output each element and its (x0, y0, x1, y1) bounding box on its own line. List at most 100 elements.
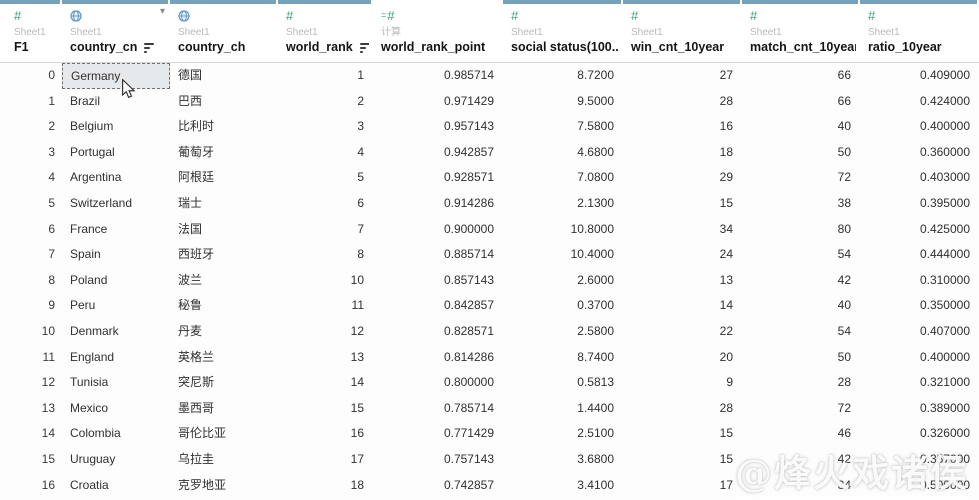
row-index-cell[interactable]: 15 (0, 447, 62, 473)
table-cell[interactable]: Argentina (62, 165, 170, 191)
table-cell[interactable]: 0.771429 (373, 421, 503, 447)
table-cell[interactable]: 0.400000 (860, 345, 979, 371)
table-cell[interactable]: 丹麦 (170, 319, 278, 345)
row-index-cell[interactable]: 7 (0, 242, 62, 268)
table-cell[interactable]: 72 (742, 165, 860, 191)
column-header-world_rank_point[interactable]: =#计算world_rank_point (373, 0, 503, 63)
row-index-cell[interactable]: 6 (0, 217, 62, 243)
table-cell[interactable]: 1 (278, 63, 373, 89)
table-cell[interactable]: 28 (623, 89, 742, 115)
row-index-cell[interactable]: 13 (0, 396, 62, 422)
table-cell[interactable]: 20 (623, 345, 742, 371)
table-cell[interactable]: 28 (623, 396, 742, 422)
table-cell[interactable]: 0.424000 (860, 89, 979, 115)
table-cell[interactable]: 34 (623, 217, 742, 243)
table-cell[interactable]: 7.0800 (503, 165, 623, 191)
table-cell[interactable]: 9.5000 (503, 89, 623, 115)
table-cell[interactable]: 0.742857 (373, 473, 503, 499)
table-cell[interactable]: 0.3700 (503, 293, 623, 319)
table-cell[interactable]: 13 (623, 268, 742, 294)
row-index-cell[interactable]: 2 (0, 114, 62, 140)
table-cell[interactable]: 0.971429 (373, 89, 503, 115)
table-cell[interactable]: 10 (278, 268, 373, 294)
table-cell[interactable]: 秘鲁 (170, 293, 278, 319)
row-index-cell[interactable]: 3 (0, 140, 62, 166)
table-cell[interactable]: 0.395000 (860, 191, 979, 217)
column-header-country_cn[interactable]: ▾Sheet1country_cn (62, 0, 170, 63)
table-cell[interactable]: 西班牙 (170, 242, 278, 268)
table-cell[interactable]: 0.957143 (373, 114, 503, 140)
table-cell[interactable]: 3.6800 (503, 447, 623, 473)
table-cell[interactable]: 17 (278, 447, 373, 473)
table-cell[interactable]: 6 (278, 191, 373, 217)
table-cell[interactable]: 0.928571 (373, 165, 503, 191)
table-cell[interactable]: 0.785714 (373, 396, 503, 422)
table-cell[interactable]: 72 (742, 396, 860, 422)
table-cell[interactable]: Mexico (62, 396, 170, 422)
table-cell[interactable]: 0.985714 (373, 63, 503, 89)
table-cell[interactable]: 0.360000 (860, 140, 979, 166)
chevron-down-icon[interactable]: ▾ (160, 7, 165, 17)
table-cell[interactable]: 17 (623, 473, 742, 499)
table-cell[interactable]: 0.828571 (373, 319, 503, 345)
table-cell[interactable]: 2.1300 (503, 191, 623, 217)
table-cell[interactable]: Croatia (62, 473, 170, 499)
table-cell[interactable]: 9 (623, 370, 742, 396)
table-cell[interactable]: 0.321000 (860, 370, 979, 396)
table-cell[interactable]: 波兰 (170, 268, 278, 294)
table-cell[interactable]: 15 (278, 396, 373, 422)
table-cell[interactable]: 2.6000 (503, 268, 623, 294)
table-cell[interactable]: 0.842857 (373, 293, 503, 319)
table-cell[interactable]: 0.350000 (860, 293, 979, 319)
table-cell[interactable]: 10.4000 (503, 242, 623, 268)
table-cell[interactable]: 15 (623, 447, 742, 473)
table-cell[interactable]: 50 (742, 140, 860, 166)
table-cell[interactable]: 0.444000 (860, 242, 979, 268)
table-cell[interactable]: 阿根廷 (170, 165, 278, 191)
table-cell[interactable]: 德国 (170, 63, 278, 89)
table-cell[interactable]: 巴西 (170, 89, 278, 115)
table-cell[interactable]: 0.326000 (860, 421, 979, 447)
table-cell[interactable]: 13 (278, 345, 373, 371)
table-cell[interactable]: 24 (623, 242, 742, 268)
row-index-cell[interactable]: 9 (0, 293, 62, 319)
table-cell[interactable]: 0.310000 (860, 268, 979, 294)
table-cell[interactable]: 15 (623, 421, 742, 447)
table-cell[interactable]: 4.6800 (503, 140, 623, 166)
table-cell[interactable]: 3 (278, 114, 373, 140)
table-cell[interactable]: 16 (623, 114, 742, 140)
table-cell[interactable]: England (62, 345, 170, 371)
table-cell[interactable]: 3.4100 (503, 473, 623, 499)
table-cell[interactable]: 克罗地亚 (170, 473, 278, 499)
table-cell[interactable]: 8 (278, 242, 373, 268)
table-cell[interactable]: 0.814286 (373, 345, 503, 371)
row-index-cell[interactable]: 11 (0, 345, 62, 371)
table-cell[interactable]: 0.757143 (373, 447, 503, 473)
table-cell[interactable]: Tunisia (62, 370, 170, 396)
column-header-social status(100...[interactable]: #Sheet1social status(100... (503, 0, 623, 63)
table-cell[interactable]: 比利时 (170, 114, 278, 140)
table-cell[interactable]: 29 (623, 165, 742, 191)
table-cell[interactable]: 7 (278, 217, 373, 243)
table-cell[interactable]: 0.942857 (373, 140, 503, 166)
table-cell[interactable]: Colombia (62, 421, 170, 447)
table-cell[interactable]: 0.885714 (373, 242, 503, 268)
table-cell[interactable]: 墨西哥 (170, 396, 278, 422)
column-header-win_cnt_10year[interactable]: #Sheet1win_cnt_10year (623, 0, 742, 63)
table-cell[interactable]: 0.800000 (373, 370, 503, 396)
table-cell[interactable]: 英格兰 (170, 345, 278, 371)
table-cell[interactable]: Brazil (62, 89, 170, 115)
row-index-cell[interactable]: 5 (0, 191, 62, 217)
table-cell[interactable]: Uruguay (62, 447, 170, 473)
table-cell[interactable]: 瑞士 (170, 191, 278, 217)
table-cell[interactable]: 0.900000 (373, 217, 503, 243)
column-header-world_rank[interactable]: #Sheet1world_rank (278, 0, 373, 63)
table-cell[interactable]: 0.425000 (860, 217, 979, 243)
table-cell[interactable]: 2 (278, 89, 373, 115)
table-cell[interactable]: 0.407000 (860, 319, 979, 345)
table-cell[interactable]: 27 (623, 63, 742, 89)
table-cell[interactable]: 0.400000 (860, 114, 979, 140)
table-cell[interactable]: 5 (278, 165, 373, 191)
table-cell[interactable]: 突尼斯 (170, 370, 278, 396)
table-cell[interactable]: 8.7200 (503, 63, 623, 89)
